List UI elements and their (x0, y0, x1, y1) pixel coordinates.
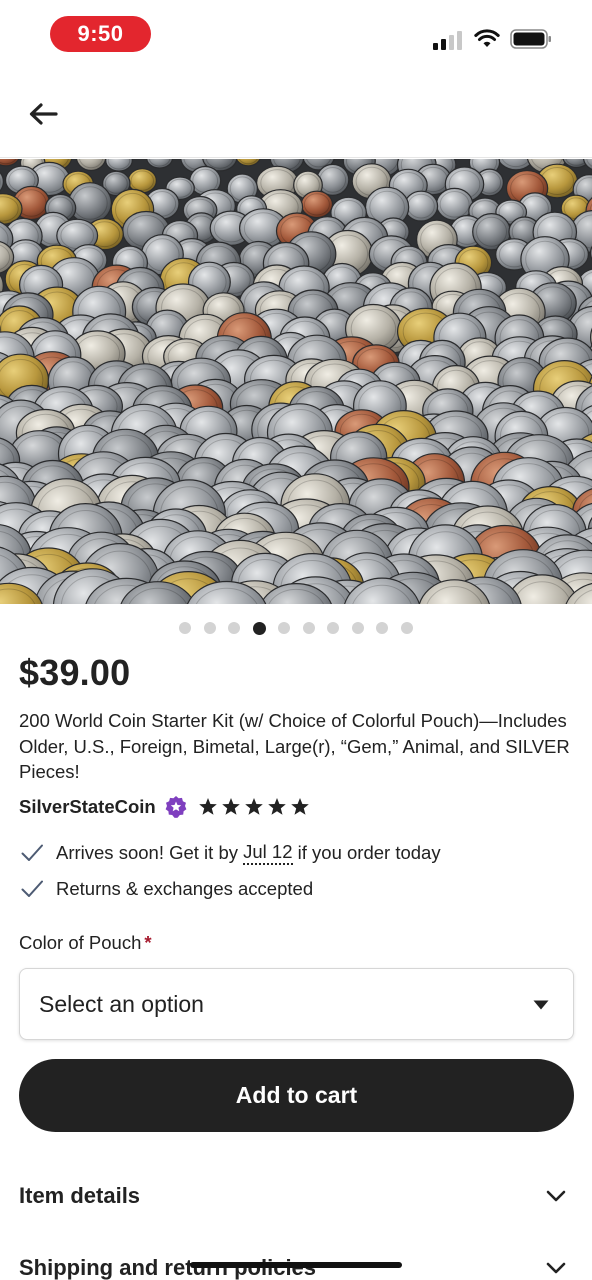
home-indicator (190, 1262, 402, 1268)
pagination-dot[interactable] (302, 622, 315, 634)
returns-text: Returns & exchanges accepted (56, 878, 314, 899)
delivery-prefix: Arrives soon! Get it by (56, 842, 244, 863)
chevron-down-icon (546, 1190, 566, 1202)
returns-policy-note: Returns & exchanges accepted (20, 876, 313, 902)
pagination-dot[interactable] (376, 622, 389, 634)
star-icon (221, 798, 240, 815)
star-seller-badge-icon (165, 796, 187, 818)
variation-label-text: Color of Pouch (19, 932, 142, 953)
status-time: 9:50 (50, 16, 151, 52)
item-details-label: Item details (19, 1183, 141, 1208)
star-icon (267, 798, 286, 815)
pagination-dot[interactable] (278, 622, 291, 634)
listing-price: $39.00 (19, 652, 131, 693)
delivery-suffix: if you order today (292, 842, 441, 863)
caret-down-icon (533, 1000, 549, 1010)
star-icon (198, 798, 217, 815)
star-icon (290, 798, 309, 815)
pouch-color-select[interactable]: Select an option (19, 968, 574, 1040)
wifi-icon (474, 29, 500, 47)
delivery-estimate: Arrives soon! Get it by Jul 12 if you or… (20, 840, 441, 866)
rating-stars[interactable] (198, 797, 310, 817)
coin-pile-photo (0, 159, 592, 604)
listing-title: 200 World Coin Starter Kit (w/ Choice of… (19, 710, 570, 782)
top-nav (0, 70, 592, 158)
shop-name-link[interactable]: SilverStateCoin (19, 796, 156, 818)
check-icon (21, 844, 43, 861)
select-placeholder: Select an option (39, 990, 204, 1017)
back-button[interactable] (22, 96, 64, 132)
image-pagination-dots (0, 620, 592, 636)
add-to-cart-button[interactable]: Add to cart (19, 1059, 574, 1132)
pagination-dot[interactable] (400, 622, 413, 634)
pagination-dot[interactable] (327, 622, 340, 634)
status-bar: 9:50 (0, 0, 592, 70)
item-details-accordion[interactable]: Item details (19, 1176, 574, 1216)
listing-image[interactable] (0, 159, 592, 604)
pagination-dot[interactable] (203, 622, 216, 634)
pagination-dot[interactable] (228, 622, 241, 634)
pagination-dot-active[interactable] (252, 621, 266, 635)
variation-label: Color of Pouch * (19, 932, 152, 954)
delivery-date-link[interactable]: Jul 12 (243, 841, 293, 865)
pagination-dot[interactable] (179, 622, 192, 634)
shop-row: SilverStateCoin (19, 793, 310, 821)
required-mark: * (144, 932, 152, 953)
check-icon (21, 880, 43, 897)
chevron-down-icon (546, 1262, 566, 1274)
pagination-dot[interactable] (351, 622, 364, 634)
cellular-signal-icon (433, 31, 462, 50)
star-icon (244, 798, 263, 815)
battery-icon (510, 29, 551, 49)
back-arrow-icon (29, 103, 58, 125)
